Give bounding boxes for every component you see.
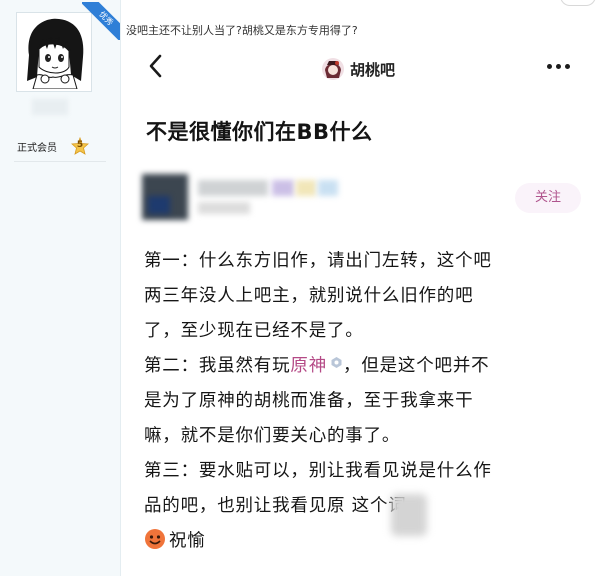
post-body: 第一：什么东方旧作，请出门左转，这个吧 两三年没人上吧主，就别说什么旧作的吧 了… bbox=[144, 244, 588, 559]
body-line: 第一：什么东方旧作，请出门左转，这个吧 bbox=[144, 251, 492, 271]
closing-text: 祝愉 bbox=[169, 531, 206, 551]
phone-nav-bar: 胡桃吧 bbox=[126, 40, 604, 96]
body-line: 了，至少现在已经不是了。 bbox=[144, 321, 364, 341]
back-button[interactable] bbox=[144, 50, 168, 82]
author-badge-blurred bbox=[296, 180, 316, 196]
avatar[interactable] bbox=[16, 12, 92, 92]
body-text: ，但是这个吧并不 bbox=[343, 356, 490, 376]
excellent-ribbon: 优秀 bbox=[82, 2, 120, 40]
more-button[interactable] bbox=[544, 56, 574, 76]
member-status-label: 正式会员 bbox=[17, 143, 57, 154]
author-badge-blurred bbox=[272, 180, 294, 196]
body-line: 第二：我虽然有玩原神 ，但是这个吧并不 bbox=[144, 349, 588, 384]
forum-avatar-icon bbox=[322, 58, 344, 80]
corner-decoration bbox=[560, 0, 596, 6]
follow-button[interactable]: 关注 bbox=[515, 183, 581, 213]
post-title: 没吧主还不让别人当了?胡桃又是东方专用得了? bbox=[126, 24, 358, 37]
body-line: 两三年没人上吧主，就别说什么旧作的吧 bbox=[144, 286, 474, 306]
author-badge-blurred bbox=[318, 180, 338, 196]
body-line: 品的吧，也别让我看见原 这个词。 bbox=[144, 496, 425, 516]
forum-name: 胡桃吧 bbox=[350, 60, 396, 79]
body-line: 祝愉 bbox=[144, 524, 588, 559]
topic-tag-icon bbox=[331, 357, 342, 368]
username-blurred bbox=[32, 99, 68, 115]
author-meta-blurred bbox=[198, 202, 250, 214]
body-line: 嘛，就不是你们要关心的事了。 bbox=[144, 426, 401, 446]
body-line: 第三：要水贴可以，别让我看见说是什么作 bbox=[144, 461, 492, 481]
censor-blur bbox=[391, 494, 427, 536]
divider bbox=[14, 161, 106, 162]
user-info-panel: 优秀 正式会员 5 bbox=[0, 0, 121, 576]
author-row-blurred[interactable] bbox=[140, 172, 350, 222]
ribbon-label: 优秀 bbox=[82, 2, 120, 40]
avatar-illustration bbox=[19, 15, 89, 89]
author-name-blurred bbox=[198, 180, 268, 196]
thread-title: 不是很懂你们在BB什么 bbox=[146, 120, 373, 144]
body-text: 第二：我虽然有玩 bbox=[144, 356, 291, 376]
genshin-topic-link[interactable]: 原神 bbox=[290, 356, 327, 376]
forum-title[interactable]: 胡桃吧 bbox=[322, 57, 395, 81]
level-badge[interactable]: 5 bbox=[71, 137, 89, 155]
body-line: 是为了原神的胡桃而准备，至于我拿来干 bbox=[144, 391, 474, 411]
chevron-left-icon bbox=[149, 54, 162, 78]
sticker-face-icon bbox=[145, 529, 165, 549]
level-number: 5 bbox=[76, 140, 84, 150]
author-avatar-detail bbox=[148, 196, 170, 214]
